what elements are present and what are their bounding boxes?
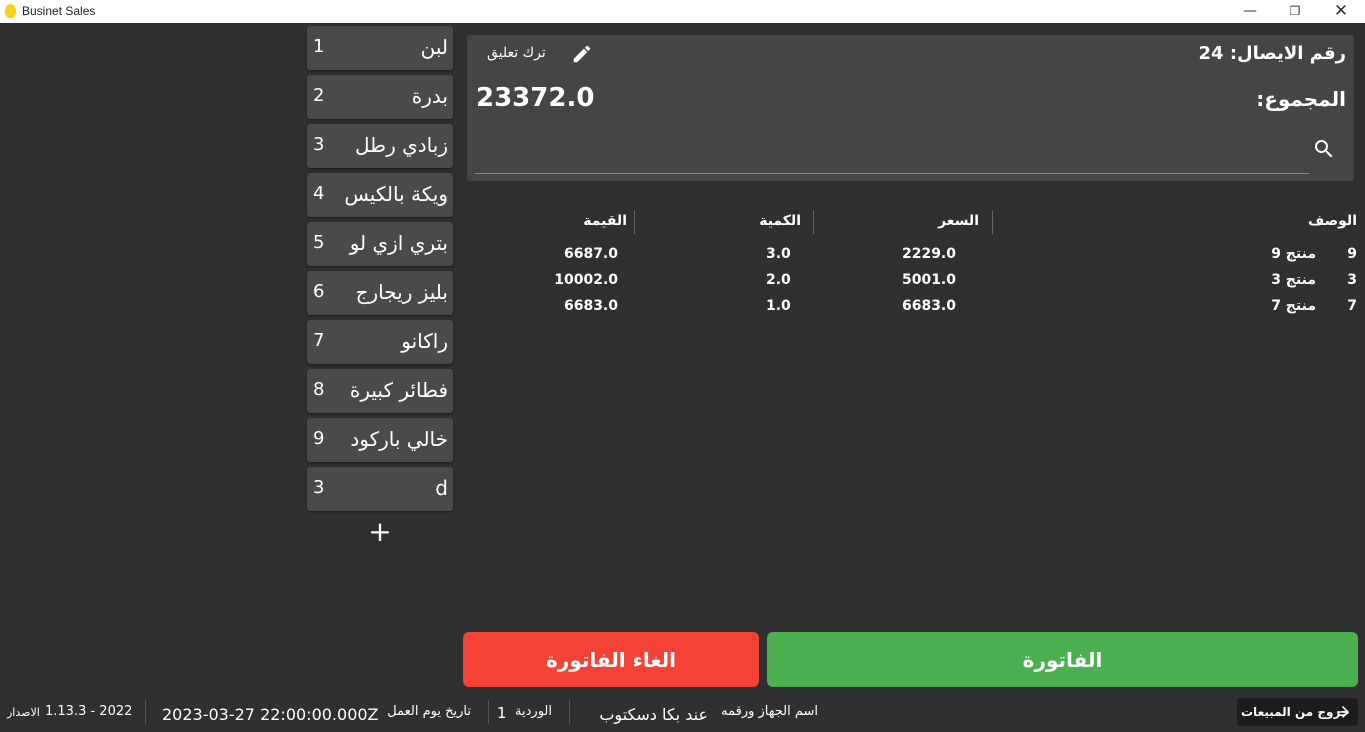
column-header-quantity: الكمية (759, 213, 801, 229)
product-button[interactable]: بدرة 2 (307, 75, 453, 119)
column-header-price: السعر (938, 213, 979, 229)
total-label: المجموع: (1256, 87, 1346, 111)
product-name: d (435, 476, 448, 500)
restore-button[interactable]: ❐ (1272, 0, 1318, 23)
product-button[interactable]: خالي باركود 9 (307, 418, 453, 462)
product-name: بتري ازي لو (349, 231, 448, 255)
receipt-number: رقم الايصال: 24 (1198, 43, 1346, 64)
app-logo-icon (5, 4, 16, 18)
row-quantity: 1.0 (766, 298, 791, 314)
product-name: بدرة (411, 84, 448, 108)
row-description: منتج 3 (1271, 272, 1316, 288)
product-number: 8 (313, 379, 325, 400)
product-number: 7 (313, 330, 325, 351)
minimize-button[interactable]: — (1227, 0, 1273, 23)
row-id: 7 (1347, 298, 1357, 314)
row-id: 9 (1347, 246, 1357, 262)
add-product-button[interactable]: + (366, 516, 394, 548)
row-description: منتج 9 (1271, 246, 1316, 262)
exit-sales-button[interactable]: خروج من المبيعات (1237, 698, 1358, 726)
product-number: 4 (313, 183, 325, 204)
shift-label: الوردية (515, 704, 552, 719)
row-quantity: 3.0 (766, 246, 791, 262)
device-label: اسم الجهاز ورقمه (721, 704, 818, 719)
product-name: لبن (420, 35, 448, 59)
row-price: 2229.0 (901, 246, 956, 262)
column-divider (634, 210, 635, 234)
workday-date-value: 2023-03-27 22:00:00.000Z (162, 705, 379, 724)
row-price: 6683.0 (901, 298, 956, 314)
product-name: ويكة بالكيس (344, 182, 448, 206)
total-value: 23372.0 (476, 83, 595, 113)
product-button[interactable]: فطائر كبيرة 8 (307, 369, 453, 413)
product-button[interactable]: ويكة بالكيس 4 (307, 173, 453, 217)
product-button[interactable]: d 3 (307, 467, 453, 511)
pencil-icon (573, 45, 591, 63)
workday-date-label: تاريخ يوم العمل (387, 704, 471, 719)
product-button[interactable]: راكانو 7 (307, 320, 453, 364)
shift-value: 1 (497, 704, 507, 722)
product-button[interactable]: زبادي رطل 3 (307, 124, 453, 168)
divider (145, 700, 146, 724)
product-number: 5 (313, 232, 325, 253)
search-input[interactable] (475, 131, 1309, 174)
product-number: 3 (313, 477, 325, 498)
window-title: Businet Sales (22, 4, 96, 18)
row-value: 6683.0 (563, 298, 618, 314)
column-divider (992, 210, 993, 234)
invoice-button[interactable]: الفاتورة (767, 632, 1358, 687)
row-id: 3 (1347, 272, 1357, 288)
close-button[interactable]: ✕ (1318, 0, 1364, 23)
product-number: 1 (313, 36, 325, 57)
product-button[interactable]: بتري ازي لو 5 (307, 222, 453, 266)
product-number: 6 (313, 281, 325, 302)
row-description: منتج 7 (1271, 298, 1316, 314)
version-value: 1.13.3 - 2022 (45, 704, 133, 719)
row-quantity: 2.0 (766, 272, 791, 288)
product-name: خالي باركود (350, 427, 448, 451)
product-button[interactable]: بليز ريجارج 6 (307, 271, 453, 315)
divider (569, 700, 570, 724)
product-button[interactable]: لبن 1 (307, 26, 453, 70)
arrow-right-icon (1337, 706, 1349, 718)
comment-label: ترك تعليق (487, 45, 546, 61)
column-header-value: القيمة (583, 213, 627, 229)
title-bar: Businet Sales — ❐ ✕ (0, 0, 1365, 23)
search-icon[interactable] (1312, 137, 1336, 161)
row-value: 6687.0 (563, 246, 618, 262)
product-number: 3 (313, 134, 325, 155)
device-value: عند بكا دسكتوب (599, 705, 708, 724)
product-number: 9 (313, 428, 325, 449)
row-value: 10002.0 (554, 272, 618, 288)
column-divider (813, 210, 814, 234)
column-header-description: الوصف (1307, 213, 1357, 229)
product-name: فطائر كبيرة (349, 378, 448, 402)
divider (488, 700, 489, 724)
version-label: الاصدار (7, 706, 40, 719)
invoice-header-panel: رقم الايصال: 24 ترك تعليق المجموع: 23372… (467, 35, 1354, 181)
row-price: 5001.0 (901, 272, 956, 288)
cancel-invoice-button[interactable]: الغاء الفاتورة (463, 632, 759, 687)
product-name: راكانو (401, 329, 448, 353)
product-name: بليز ريجارج (355, 280, 448, 304)
product-name: زبادي رطل (355, 133, 448, 157)
product-number: 2 (313, 85, 325, 106)
